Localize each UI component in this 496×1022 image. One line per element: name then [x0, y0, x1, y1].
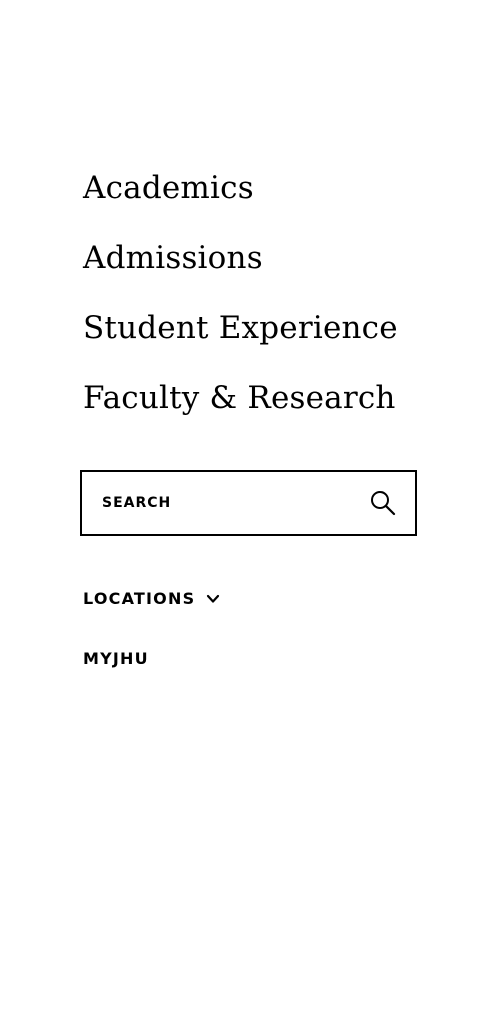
search-button[interactable]: [369, 489, 397, 517]
nav-item-faculty-research[interactable]: Faculty & Research: [83, 373, 398, 443]
search-form: [80, 470, 417, 536]
main-navigation: Academics Admissions Student Experience …: [83, 163, 398, 443]
myjhu-link[interactable]: MYJHU: [83, 649, 149, 668]
nav-item-academics[interactable]: Academics: [83, 163, 398, 233]
search-input[interactable]: [102, 472, 352, 534]
nav-item-student-experience[interactable]: Student Experience: [83, 303, 398, 373]
chevron-down-icon: [207, 594, 220, 603]
locations-menu-toggle[interactable]: LOCATIONS: [83, 589, 221, 608]
search-icon: [371, 491, 396, 516]
locations-label: LOCATIONS: [83, 589, 196, 608]
nav-item-admissions[interactable]: Admissions: [83, 233, 398, 303]
